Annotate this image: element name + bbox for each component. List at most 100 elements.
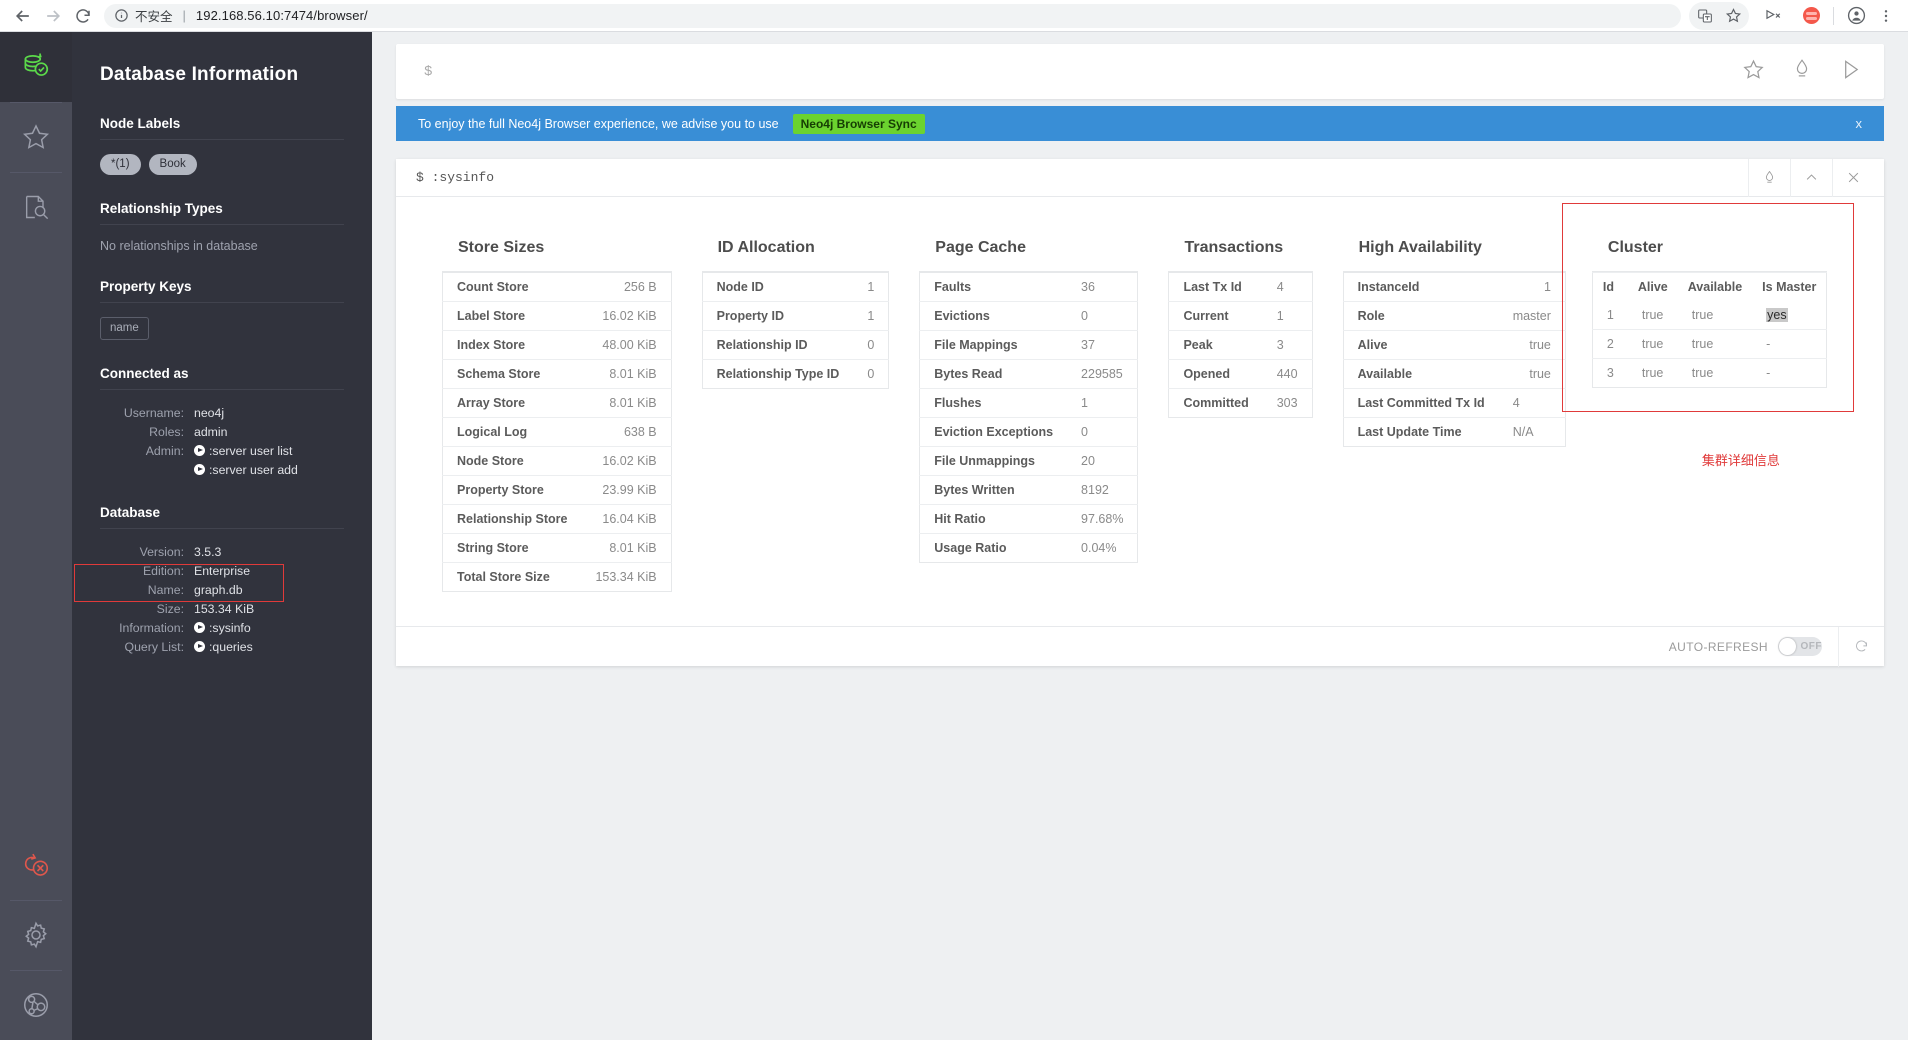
reload-icon[interactable] [68, 1, 98, 31]
list-item: Query List: :queries [106, 638, 344, 656]
sidebar-item-disconnect[interactable] [0, 830, 72, 900]
collapse-chevron-up-icon[interactable] [1790, 158, 1832, 197]
table-row: Faults 36 [920, 273, 1138, 302]
clear-editor-icon[interactable] [1791, 58, 1813, 85]
forward-arrow-icon[interactable] [38, 1, 68, 31]
table-row: Peak 3 [1168, 330, 1313, 360]
row-label: Label Store [442, 301, 582, 331]
row-label: Committed [1168, 388, 1263, 418]
sidebar-item-database-info[interactable] [0, 32, 72, 102]
divider [100, 223, 344, 225]
table-row: Property Store 23.99 KiB [442, 475, 672, 505]
row-label: Last Update Time [1343, 417, 1499, 447]
address-bar[interactable]: 不安全 | 192.168.56.10:7474/browser/ [104, 3, 1681, 28]
table-row: Last Tx Id 4 [1169, 273, 1312, 302]
table-title: High Availability [1342, 225, 1566, 272]
cell-id: 3 [1592, 358, 1628, 388]
close-x-icon[interactable] [1832, 158, 1874, 197]
row-value: 1 [1067, 388, 1138, 418]
row-label: InstanceId [1357, 280, 1420, 294]
auto-refresh-toggle[interactable]: OFF [1778, 637, 1822, 656]
sidebar-item-documents[interactable] [0, 172, 72, 242]
browser-sync-button[interactable]: Neo4j Browser Sync [792, 113, 925, 134]
row-label: Last Committed Tx Id [1343, 388, 1499, 418]
property-keys-section: Property Keys name [100, 279, 344, 340]
play-icon [194, 464, 205, 476]
database-heading: Database [100, 504, 161, 520]
list-item: :server user add [106, 461, 344, 479]
row-value: 0 [1067, 417, 1138, 447]
translate-icon[interactable] [1691, 2, 1719, 30]
browser-toolbar: 不安全 | 192.168.56.10:7474/browser/ [0, 0, 1908, 32]
property-key-chip[interactable]: name [100, 316, 149, 340]
field-value: Enterprise [194, 563, 251, 578]
node-label-chip[interactable]: Book [148, 154, 197, 175]
server-user-list-command[interactable]: :server user list [194, 442, 292, 460]
store-sizes-table: Store Sizes Count Store 256 B Label Store… [442, 225, 672, 592]
queries-command[interactable]: :queries [194, 638, 253, 656]
table-row: Logical Log 638 B [442, 417, 672, 447]
server-user-add-command[interactable]: :server user add [194, 461, 298, 479]
cell-alive: true [1641, 308, 1664, 322]
row-value: 1 [853, 301, 889, 331]
row-label: Current [1168, 301, 1263, 331]
back-arrow-icon[interactable] [8, 1, 38, 31]
frame-header: $ :sysinfo [396, 158, 1884, 197]
table-row: Label Store 16.02 KiB [442, 301, 672, 331]
table-row: Committed 303 [1168, 388, 1313, 418]
table-row: Evictions 0 [919, 301, 1138, 331]
browser-sync-banner: To enjoy the full Neo4j Browser experien… [396, 106, 1884, 141]
command-text: :sysinfo [209, 620, 251, 635]
row-value: 8.01 KiB [581, 388, 672, 418]
table-row: Bytes Written 8192 [919, 475, 1138, 505]
neo4j-browser-app: Database Information Node Labels *(1) Bo… [0, 32, 1908, 1040]
list-item: Size: 153.34 KiB [106, 600, 344, 618]
frame-command: $ :sysinfo [416, 170, 495, 185]
cluster-table: Cluster Id Alive Available Is Master 1 t… [1591, 225, 1828, 388]
pin-icon[interactable] [1748, 158, 1790, 197]
column-header-id: Id [1592, 272, 1628, 301]
node-label-chip[interactable]: *(1) [100, 154, 141, 175]
sidebar-item-about[interactable] [0, 970, 72, 1040]
cast-icon[interactable] [1759, 2, 1787, 30]
info-circle-icon[interactable] [114, 8, 129, 23]
cell-available: true [1691, 308, 1714, 322]
database-list: Version: 3.5.3 Edition: Enterprise Name:… [100, 543, 344, 656]
close-icon[interactable]: x [1856, 116, 1863, 131]
extension-icon[interactable] [1797, 2, 1825, 30]
relationship-types-heading: Relationship Types [100, 200, 223, 216]
row-value: 16.02 KiB [581, 446, 672, 476]
field-value: neo4j [194, 405, 225, 420]
row-value: 8192 [1067, 475, 1138, 505]
row-value: 256 B [623, 280, 657, 294]
frame-footer: AUTO-REFRESH OFF [396, 626, 1884, 667]
row-label: Hit Ratio [919, 504, 1068, 534]
row-label: Total Store Size [442, 562, 582, 592]
table-row: 3 true true - [1592, 358, 1827, 388]
row-label: Property Store [442, 475, 582, 505]
row-value: 4 [1276, 280, 1284, 294]
three-dot-menu-icon[interactable] [1872, 2, 1900, 30]
column-header-is-master: Is Master [1752, 272, 1827, 301]
table-row: 1 true true yes [1592, 301, 1826, 330]
table-row: Count Store 256 B [443, 273, 672, 302]
list-item: Name: graph.db [106, 581, 344, 599]
banner-text: To enjoy the full Neo4j Browser experien… [418, 116, 779, 131]
refresh-spinner-icon[interactable] [1838, 626, 1884, 667]
query-editor[interactable]: $ [396, 44, 1884, 99]
sysinfo-command[interactable]: :sysinfo [194, 619, 251, 637]
sidebar-item-favorites[interactable] [0, 102, 72, 172]
table-row: InstanceId 1 [1343, 273, 1565, 302]
row-label: Available [1343, 359, 1499, 389]
row-value: 20 [1067, 446, 1138, 476]
row-value: 23.99 KiB [581, 475, 672, 505]
star-icon[interactable] [1719, 2, 1747, 30]
table-title: Cluster [1591, 225, 1828, 272]
sidebar-item-settings[interactable] [0, 900, 72, 970]
database-check-icon [19, 50, 53, 84]
favorite-star-icon[interactable] [1742, 58, 1765, 86]
profile-avatar-icon[interactable] [1842, 2, 1870, 30]
selected-text: yes [1766, 308, 1788, 322]
table-row: File Unmappings 20 [919, 446, 1138, 476]
run-query-icon[interactable] [1839, 58, 1862, 86]
